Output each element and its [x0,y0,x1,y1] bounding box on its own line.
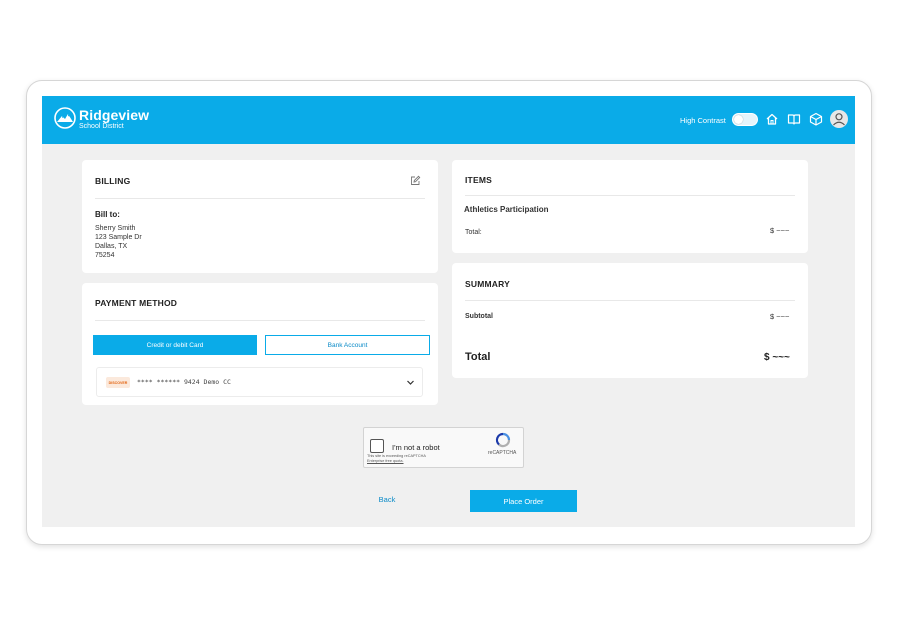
saved-card-select[interactable]: DISCOVER **** ****** 9424 Demo CC [96,367,423,397]
billing-card: BILLING Bill to: Sherry Smith 123 Sample… [82,160,438,273]
recaptcha-widget: I'm not a robot reCAPTCHA This site is e… [363,427,524,468]
subtotal-label: Subtotal [465,313,493,320]
back-link[interactable]: Back [370,495,404,504]
item-name: Athletics Participation [464,205,549,214]
high-contrast-label: High Contrast [680,116,726,125]
app-screen: Ridgeview School District High Contrast … [42,96,855,527]
credit-card-button[interactable]: Credit or debit Card [93,335,257,355]
summary-divider [465,300,795,301]
payment-method-card: PAYMENT METHOD Credit or debit Card Bank… [82,283,438,405]
home-icon[interactable] [765,112,779,126]
avatar[interactable] [830,110,848,128]
items-divider [465,195,795,196]
top-header: Ridgeview School District High Contrast [42,96,855,144]
high-contrast-toggle[interactable] [732,113,758,126]
bill-to-label: Bill to: [95,210,120,219]
saved-card-text: **** ****** 9424 Demo CC [137,378,231,386]
recaptcha-note: This site is exceeding reCAPTCHA Enterpr… [367,454,426,464]
brand-subtitle: School District [79,123,124,130]
items-total-label: Total: [465,229,482,236]
summary-title: SUMMARY [465,279,510,289]
billing-street: 123 Sample Dr [95,234,142,241]
box-icon[interactable] [809,112,823,126]
items-total-value: $ ~~~ [770,226,790,235]
recaptcha-checkbox[interactable] [370,439,384,453]
discover-logo: DISCOVER [106,377,130,388]
toggle-knob [734,115,743,124]
recaptcha-brand: reCAPTCHA [488,450,517,456]
billing-name: Sherry Smith [95,225,136,232]
payment-divider [95,320,425,321]
billing-zip: 75254 [95,252,115,259]
payment-title: PAYMENT METHOD [95,298,178,308]
edit-icon[interactable] [410,175,421,186]
billing-city: Dallas, TX [95,243,128,250]
billing-title: BILLING [95,176,131,186]
total-label: Total [465,351,491,363]
book-icon[interactable] [787,112,801,126]
recaptcha-note-line2[interactable]: Enterprise free quota. [367,459,426,464]
brand-name[interactable]: Ridgeview [79,107,149,123]
mountain-logo-icon [54,107,76,129]
recaptcha-logo-icon [495,432,511,448]
billing-divider [95,198,425,199]
items-card: ITEMS Athletics Participation Total: $ ~… [452,160,808,253]
user-icon [833,113,845,126]
place-order-button[interactable]: Place Order [470,490,577,512]
bank-account-button[interactable]: Bank Account [265,335,430,355]
chevron-down-icon[interactable] [406,378,415,387]
items-title: ITEMS [465,175,492,185]
summary-card: SUMMARY Subtotal $ ~~~ Total $ ~~~ [452,263,808,378]
recaptcha-label: I'm not a robot [392,443,440,452]
subtotal-value: $ ~~~ [770,312,790,321]
total-value: $ ~~~ [764,352,790,363]
